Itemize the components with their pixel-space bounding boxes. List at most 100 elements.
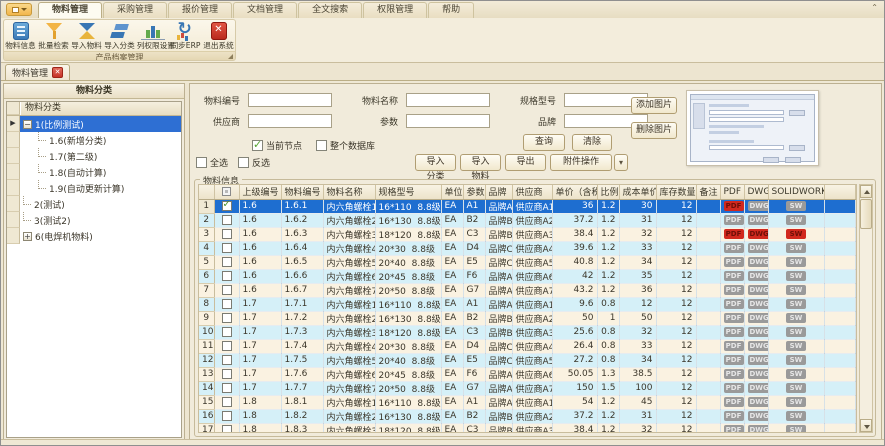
ribbon-button[interactable]: 导入分类 [103, 20, 136, 51]
dwg-badge[interactable]: DWG [748, 327, 769, 337]
material-row[interactable]: 61.61.6.6内六角螺栓620*45 8.8级EAF6品牌A供应商A6421… [199, 269, 856, 283]
row-checkbox[interactable] [222, 383, 232, 393]
grid-column-header[interactable]: 成本单价 [619, 185, 656, 199]
pdf-badge[interactable]: PDF [724, 425, 744, 433]
clear-button[interactable]: 清除 [572, 134, 612, 151]
dwg-badge[interactable]: DWG [748, 383, 769, 393]
pdf-badge[interactable]: PDF [724, 313, 744, 323]
grid-column-header[interactable]: 供应商 [512, 185, 552, 199]
material-row[interactable]: 11.61.6.1内六角螺栓116*110 8.8级EAA1品牌A供应商A136… [199, 199, 856, 213]
material-row[interactable]: 21.61.6.2内六角螺栓216*130 8.8级EAB2品牌B供应商A237… [199, 213, 856, 227]
row-checkbox[interactable] [222, 341, 232, 351]
dwg-badge[interactable]: DWG [748, 201, 769, 211]
tree-node[interactable]: 1.9(自动更新计算) [7, 180, 181, 196]
solidworks-badge[interactable]: SW [786, 341, 806, 351]
tree-node-row[interactable]: 3(测试2) [20, 212, 181, 228]
menu-tab[interactable]: 报价管理 [168, 2, 232, 18]
tree-node[interactable]: 1.6(新增分类) [7, 132, 181, 148]
add-picture-button[interactable]: 添加图片 [631, 97, 677, 114]
pdf-badge[interactable]: PDF [724, 341, 744, 351]
menu-tab[interactable]: 权限管理 [363, 2, 427, 18]
row-checkbox[interactable] [222, 215, 232, 225]
grid-column-header[interactable]: 上级编号 [239, 185, 281, 199]
dwg-badge[interactable]: DWG [748, 271, 769, 281]
pdf-badge[interactable]: PDF [724, 299, 744, 309]
material-row[interactable]: 171.81.8.3内六角螺栓318*120 8.8级EAC3品牌B供应商A33… [199, 423, 856, 433]
material-row[interactable]: 121.71.7.5内六角螺栓520*40 8.8级EAE5品牌C供应商A527… [199, 353, 856, 367]
material-row[interactable]: 111.71.7.4内六角螺栓420*30 8.8级EAD4品牌C供应商A426… [199, 339, 856, 353]
tree-node-row[interactable]: +6(电焊机物料) [20, 228, 181, 244]
solidworks-badge[interactable]: SW [786, 355, 806, 365]
row-checkbox[interactable] [222, 229, 232, 239]
grid-column-header[interactable]: 单位 [441, 185, 463, 199]
tree-node-row[interactable]: −1(比例测试) [20, 116, 181, 132]
solidworks-badge[interactable]: SW [786, 215, 806, 225]
tree-node-row[interactable]: 1.9(自动更新计算) [20, 180, 181, 196]
grid-column-header[interactable]: 库存数量 [656, 185, 696, 199]
row-checkbox[interactable] [222, 425, 232, 433]
dwg-badge[interactable]: DWG [748, 411, 769, 421]
pdf-badge[interactable]: PDF [724, 229, 744, 239]
invert-select-checkbox[interactable] [238, 157, 249, 168]
pdf-badge[interactable]: PDF [724, 257, 744, 267]
dwg-badge[interactable]: DWG [748, 397, 769, 407]
menu-tab[interactable]: 采购管理 [103, 2, 167, 18]
solidworks-badge[interactable]: SW [786, 425, 806, 433]
row-checkbox[interactable] [222, 327, 232, 337]
pdf-badge[interactable]: PDF [724, 397, 744, 407]
search-input[interactable] [248, 93, 332, 107]
menu-tab[interactable]: 文档管理 [233, 2, 297, 18]
row-checkbox[interactable] [222, 285, 232, 295]
tree-node[interactable]: 1.7(第二级) [7, 148, 181, 164]
dwg-badge[interactable]: DWG [748, 285, 769, 295]
solidworks-badge[interactable]: SW [786, 397, 806, 407]
pdf-badge[interactable]: PDF [724, 243, 744, 253]
ribbon-button[interactable]: 同步ERP [169, 20, 202, 51]
tree-node[interactable]: +6(电焊机物料) [7, 228, 181, 244]
select-all-checkbox[interactable] [196, 157, 207, 168]
row-checkbox[interactable] [222, 397, 232, 407]
material-row[interactable]: 161.81.8.2内六角螺栓216*130 8.8级EAB2品牌B供应商A23… [199, 409, 856, 423]
material-row[interactable]: 81.71.7.1内六角螺栓116*110 8.8级EAA1品牌A供应商A19.… [199, 297, 856, 311]
solidworks-badge[interactable]: SW [786, 313, 806, 323]
pdf-badge[interactable]: PDF [724, 355, 744, 365]
material-row[interactable]: 131.71.7.6内六角螺栓620*45 8.8级EAF6品牌A供应商A650… [199, 367, 856, 381]
export-button[interactable]: 导出 [505, 154, 546, 171]
tree-expander-icon[interactable]: + [23, 232, 32, 241]
dwg-badge[interactable]: DWG [748, 257, 769, 267]
row-checkbox[interactable] [222, 299, 232, 309]
import-material-button[interactable]: 导入物料 [460, 154, 501, 171]
grid-column-header[interactable]: SOLIDWORKS [768, 185, 824, 199]
dwg-badge[interactable]: DWG [748, 341, 769, 351]
solidworks-badge[interactable]: SW [786, 285, 806, 295]
solidworks-badge[interactable]: SW [786, 201, 806, 211]
solidworks-badge[interactable]: SW [786, 229, 806, 239]
app-menu-button[interactable] [6, 3, 32, 16]
solidworks-badge[interactable]: SW [786, 243, 806, 253]
group-dialog-launcher-icon[interactable] [228, 54, 233, 59]
grid-column-header[interactable]: 比例 [597, 185, 619, 199]
scrollbar-up-icon[interactable] [860, 185, 872, 198]
row-checkbox[interactable] [222, 369, 232, 379]
grid-scrollbar[interactable] [859, 184, 873, 433]
pdf-badge[interactable]: PDF [724, 327, 744, 337]
search-input[interactable] [248, 114, 332, 128]
dwg-badge[interactable]: DWG [748, 229, 769, 239]
menu-tab[interactable]: 物料管理 [38, 2, 102, 18]
tree-node-row[interactable]: 1.8(自动计算) [20, 164, 181, 180]
tree-node-row[interactable]: 2(测试) [20, 196, 181, 212]
search-input[interactable] [406, 114, 490, 128]
tree-node[interactable]: 3(测试2) [7, 212, 181, 228]
material-row[interactable]: 71.61.6.7内六角螺栓720*50 8.8级EAG7品牌A供应商A743.… [199, 283, 856, 297]
scrollbar-down-icon[interactable] [860, 419, 872, 432]
delete-picture-button[interactable]: 删除图片 [631, 122, 677, 139]
row-checkbox[interactable] [222, 355, 232, 365]
ribbon-button[interactable]: 导入物料 [70, 20, 103, 51]
attachment-operation-button[interactable]: 附件操作 [550, 154, 612, 171]
dwg-badge[interactable]: DWG [748, 299, 769, 309]
dwg-badge[interactable]: DWG [748, 355, 769, 365]
grid-column-header[interactable]: 参数 [463, 185, 485, 199]
material-row[interactable]: 41.61.6.4内六角螺栓420*30 8.8级EAD4品牌C供应商A439.… [199, 241, 856, 255]
menu-tab[interactable]: 帮助 [428, 2, 474, 18]
solidworks-badge[interactable]: SW [786, 271, 806, 281]
